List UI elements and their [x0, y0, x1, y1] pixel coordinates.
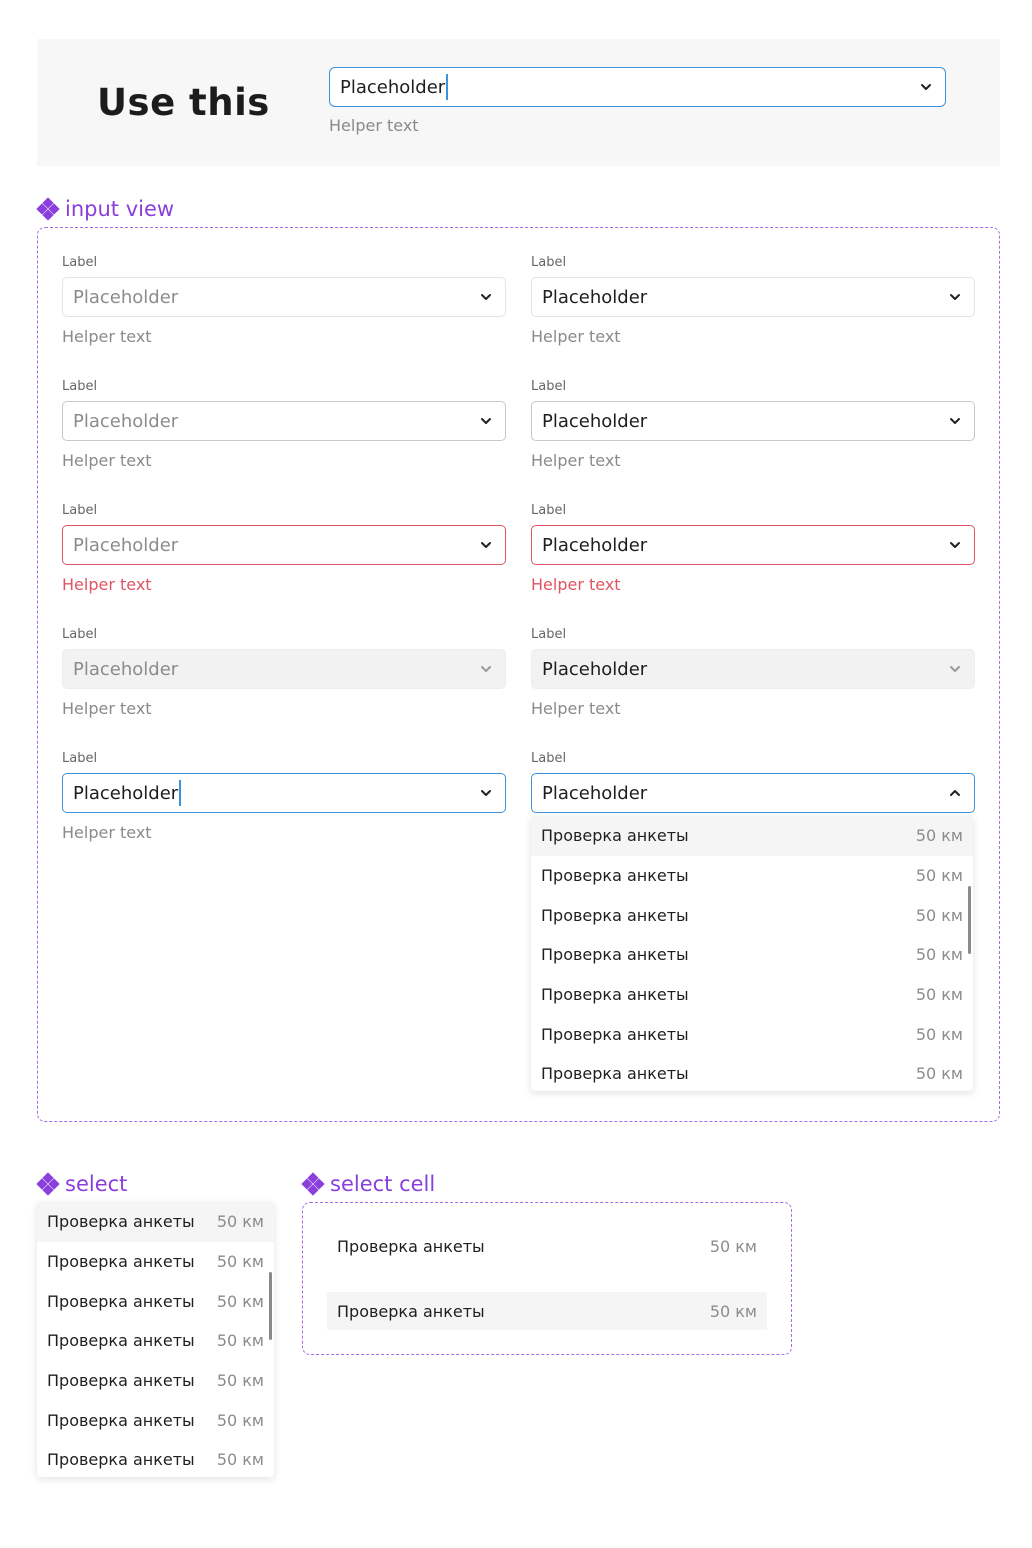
chevron-down-icon — [480, 663, 492, 675]
use-this-select-value: Placeholder — [340, 68, 449, 106]
select-cell-title: select cell — [301, 1172, 435, 1196]
dropdown-option[interactable]: Проверка анкеты 50 км — [531, 1014, 973, 1054]
field-error-helper: Helper text — [62, 575, 152, 594]
cell-distance: 50 км — [709, 1236, 757, 1256]
select-value: Placeholder — [542, 410, 648, 432]
select-cell-default[interactable]: Проверка анкеты 50 км — [327, 1227, 767, 1265]
select-placeholder: Placeholder — [73, 658, 179, 680]
select-field-focus: Label Placeholder Helper text — [62, 751, 506, 842]
select-input[interactable]: Placeholder — [531, 401, 975, 441]
select-value: Placeholder — [73, 774, 182, 812]
select-input[interactable]: Placeholder — [62, 773, 506, 813]
field-label: Label — [62, 379, 98, 394]
select-cell-hover[interactable]: Проверка анкеты 50 км — [327, 1292, 767, 1330]
dropdown-option[interactable]: Проверка анкеты 50 км — [531, 1054, 973, 1091]
field-label: Label — [531, 751, 567, 766]
select-field-outlined-filled: Label Placeholder Helper text — [531, 379, 975, 470]
select-cell-frame — [302, 1202, 792, 1355]
use-this-helper: Helper text — [329, 116, 419, 135]
chevron-up-icon — [949, 787, 961, 799]
field-label: Label — [531, 379, 567, 394]
field-label: Label — [62, 627, 98, 642]
select-option[interactable]: Проверка анкеты 50 км — [37, 1202, 274, 1242]
chevron-down-icon — [949, 663, 961, 675]
dropdown-option[interactable]: Проверка анкеты 50 км — [531, 816, 973, 856]
select-input-disabled: Placeholder — [531, 649, 975, 689]
select-input-disabled: Placeholder — [62, 649, 506, 689]
text-cursor — [179, 780, 182, 806]
select-input[interactable]: Placeholder — [531, 277, 975, 317]
select-input[interactable]: Placeholder — [531, 773, 975, 813]
dropdown-option[interactable]: Проверка анкеты 50 км — [531, 856, 973, 896]
select-field-disabled-filled: Label Placeholder Helper text — [531, 627, 975, 718]
chevron-down-icon — [949, 415, 961, 427]
dropdown-option[interactable]: Проверка анкеты 50 км — [531, 935, 973, 975]
select-option[interactable]: Проверка анкеты 50 км — [37, 1321, 274, 1361]
component-icon — [36, 197, 60, 221]
select-field-error-filled: Label Placeholder Helper text — [531, 503, 975, 594]
use-this-select[interactable]: Placeholder — [329, 67, 946, 107]
field-error-helper: Helper text — [531, 575, 621, 594]
select-input[interactable]: Placeholder — [62, 401, 506, 441]
chevron-down-icon — [480, 787, 492, 799]
use-this-panel: Use this Placeholder Helper text — [37, 39, 1000, 166]
select-option[interactable]: Проверка анкеты 50 км — [37, 1361, 274, 1401]
select-value: Placeholder — [542, 782, 648, 804]
select-input[interactable]: Placeholder — [62, 277, 506, 317]
select-field-open: Label Placeholder — [531, 751, 975, 813]
field-helper: Helper text — [62, 451, 152, 470]
select-option[interactable]: Проверка анкеты 50 км — [37, 1242, 274, 1282]
select-title: select — [36, 1172, 127, 1196]
select-field-default-placeholder: Label Placeholder Helper text — [62, 255, 506, 346]
select-value: Placeholder — [542, 658, 648, 680]
field-helper: Helper text — [531, 327, 621, 346]
field-helper: Helper text — [62, 327, 152, 346]
use-this-title: Use this — [97, 81, 270, 124]
field-label: Label — [62, 255, 98, 270]
text-cursor — [446, 74, 449, 100]
cell-distance: 50 км — [709, 1301, 757, 1321]
select-input[interactable]: Placeholder — [62, 525, 506, 565]
chevron-down-icon — [949, 539, 961, 551]
select-option[interactable]: Проверка анкеты 50 км — [37, 1281, 274, 1321]
dropdown-option[interactable]: Проверка анкеты 50 км — [531, 895, 973, 935]
component-icon — [36, 1172, 60, 1196]
chevron-down-icon — [920, 81, 932, 93]
select-value: Placeholder — [542, 286, 648, 308]
chevron-down-icon — [480, 539, 492, 551]
select-field-disabled-placeholder: Label Placeholder Helper text — [62, 627, 506, 718]
select-field-outlined-placeholder: Label Placeholder Helper text — [62, 379, 506, 470]
select-input[interactable]: Placeholder — [531, 525, 975, 565]
select-placeholder: Placeholder — [73, 534, 179, 556]
select-field-error-placeholder: Label Placeholder Helper text — [62, 503, 506, 594]
field-label: Label — [531, 503, 567, 518]
field-label: Label — [62, 503, 98, 518]
field-helper: Helper text — [62, 823, 152, 842]
chevron-down-icon — [949, 291, 961, 303]
cell-label: Проверка анкеты — [337, 1236, 485, 1256]
field-label: Label — [531, 627, 567, 642]
select-placeholder: Placeholder — [73, 410, 179, 432]
field-label: Label — [531, 255, 567, 270]
dropdown-option[interactable]: Проверка анкеты 50 км — [531, 975, 973, 1015]
field-helper: Helper text — [531, 699, 621, 718]
select-scrollbar[interactable] — [269, 1272, 272, 1340]
chevron-down-icon — [480, 291, 492, 303]
component-icon — [301, 1172, 325, 1196]
select-option[interactable]: Проверка анкеты 50 км — [37, 1400, 274, 1440]
cell-label: Проверка анкеты — [337, 1301, 485, 1321]
field-label: Label — [62, 751, 98, 766]
select-dropdown: Проверка анкеты 50 км Проверка анкеты 50 к… — [531, 816, 973, 1091]
field-helper: Helper text — [62, 699, 152, 718]
dropdown-scrollbar[interactable] — [968, 886, 971, 954]
select-value: Placeholder — [542, 534, 648, 556]
select-option[interactable]: Проверка анкеты 50 км — [37, 1440, 274, 1477]
field-helper: Helper text — [531, 451, 621, 470]
input-view-title: input view — [36, 197, 174, 221]
select-field-default-filled: Label Placeholder Helper text — [531, 255, 975, 346]
select-placeholder: Placeholder — [73, 286, 179, 308]
select-list: Проверка анкеты 50 км Проверка анкеты 50 к… — [37, 1202, 274, 1477]
chevron-down-icon — [480, 415, 492, 427]
